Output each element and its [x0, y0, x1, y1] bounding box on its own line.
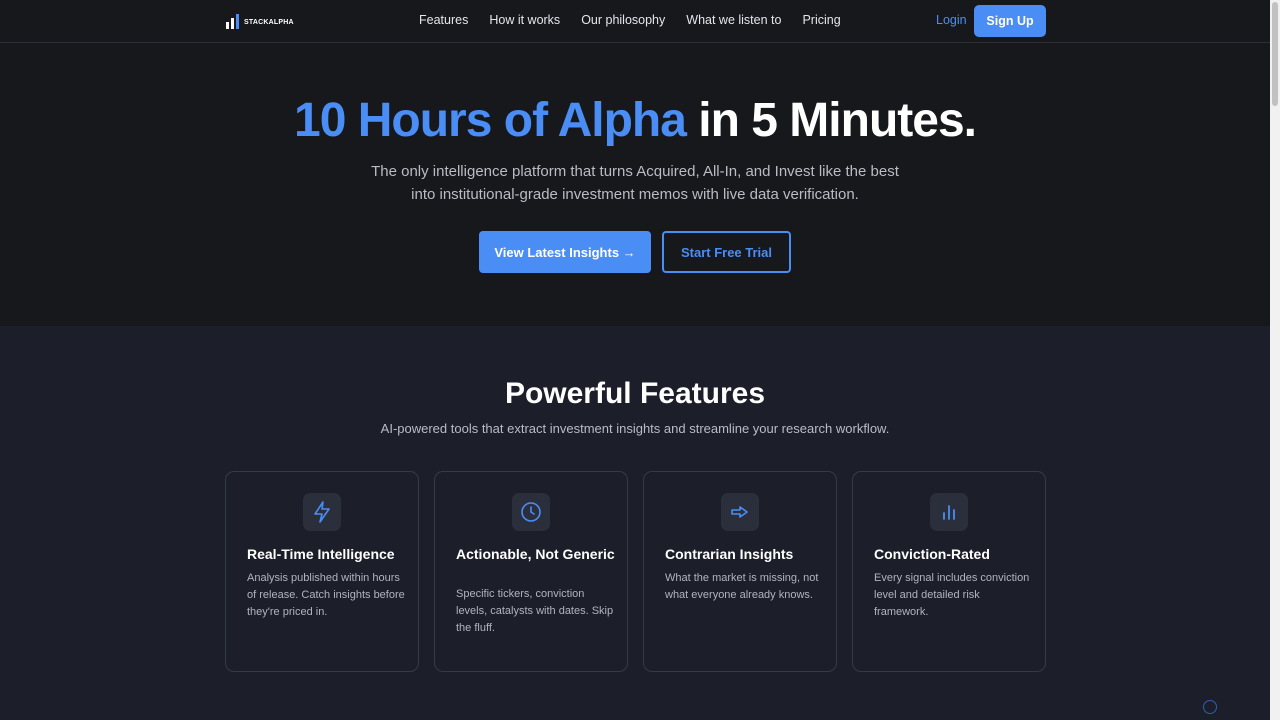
login-link[interactable]: Login — [936, 13, 967, 27]
signup-button[interactable]: Sign Up — [974, 5, 1046, 37]
page-scrollbar[interactable] — [1270, 0, 1280, 720]
nav-links: Features How it works Our philosophy Wha… — [419, 13, 841, 27]
feature-card-contrarian: Contrarian Insights What the market is m… — [643, 471, 837, 672]
feature-card-title: Actionable, Not Generic — [456, 546, 615, 562]
scrollbar-thumb[interactable] — [1272, 2, 1278, 106]
logo[interactable]: STACKALPHA — [226, 13, 294, 29]
nav-link-what-we-listen-to[interactable]: What we listen to — [686, 13, 781, 27]
help-widget-icon[interactable] — [1203, 700, 1217, 714]
view-latest-insights-button[interactable]: View Latest Insights → — [479, 231, 651, 273]
navbar: STACKALPHA Features How it works Our phi… — [0, 0, 1270, 43]
logo-text: STACKALPHA — [244, 19, 294, 26]
hero-title: 10 Hours of Alpha in 5 Minutes. — [0, 93, 1270, 148]
clock-icon — [512, 493, 550, 531]
nav-link-features[interactable]: Features — [419, 13, 468, 27]
nav-link-pricing[interactable]: Pricing — [802, 13, 840, 27]
bar-chart-icon — [930, 493, 968, 531]
feature-card-desc: Analysis published within hours of relea… — [247, 572, 405, 618]
lightning-icon — [303, 493, 341, 531]
feature-card-real-time: Real-Time Intelligence Analysis publishe… — [225, 471, 419, 672]
features-subtitle: AI-powered tools that extract investment… — [380, 421, 890, 436]
feature-card-actionable: Actionable, Not Generic Specific tickers… — [434, 471, 628, 672]
feature-card-title: Contrarian Insights — [665, 546, 794, 562]
feature-card-desc: Every signal includes conviction level a… — [874, 572, 1030, 618]
feature-card-title: Conviction-Rated — [874, 546, 990, 562]
feature-card-desc: What the market is missing, not what eve… — [665, 572, 819, 601]
feature-card-desc: Specific tickers, conviction levels, cat… — [456, 588, 614, 634]
hero-section: 10 Hours of Alpha in 5 Minutes. The only… — [0, 43, 1270, 326]
hero-title-rest: in 5 Minutes. — [698, 94, 977, 147]
hero-subtitle: The only intelligence platform that turn… — [371, 163, 899, 203]
nav-link-how-it-works[interactable]: How it works — [489, 13, 560, 27]
feature-card-title: Real-Time Intelligence — [247, 546, 395, 562]
nav-link-our-philosophy[interactable]: Our philosophy — [581, 13, 665, 27]
hero-title-accent: 10 Hours of Alpha — [294, 94, 687, 147]
arrow-right-icon — [721, 493, 759, 531]
logo-bars-icon — [226, 13, 239, 29]
features-section: Powerful Features AI-powered tools that … — [0, 326, 1270, 720]
features-title: Powerful Features — [504, 377, 766, 410]
feature-card-conviction: Conviction-Rated Every signal includes c… — [852, 471, 1046, 672]
start-free-trial-button[interactable]: Start Free Trial — [662, 231, 791, 273]
